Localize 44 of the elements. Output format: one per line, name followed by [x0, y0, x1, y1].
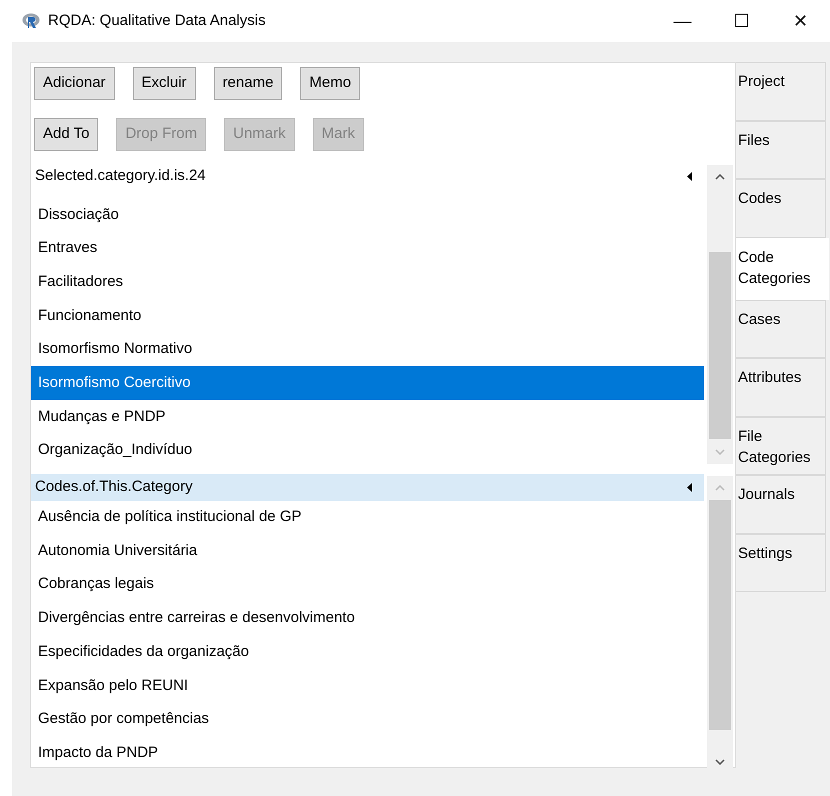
tab[interactable]: Settings — [736, 534, 826, 592]
toolbar-button[interactable]: Memo — [300, 67, 360, 100]
list-item[interactable]: Isormofismo Coercitivo — [31, 366, 704, 400]
tab[interactable]: Code Categories — [736, 238, 829, 300]
tab[interactable]: Journals — [736, 475, 826, 534]
app-logo-icon — [22, 12, 40, 30]
toolbar-button[interactable]: rename — [214, 67, 282, 100]
list-item[interactable]: Organização_Indivíduo — [31, 434, 704, 468]
list-item[interactable]: Funcionamento — [31, 299, 704, 333]
toolbar-button[interactable]: Adicionar — [34, 67, 115, 100]
list-item[interactable]: Expansão pelo REUNI — [31, 668, 704, 703]
list-item[interactable]: Autonomia Universitária — [31, 534, 704, 568]
list-item[interactable]: Ausência de política institucional de GP — [31, 500, 704, 534]
sort-arrow-icon — [687, 482, 692, 492]
list-header[interactable]: Codes.of.This.Category — [31, 474, 704, 500]
scrollbar[interactable] — [707, 165, 733, 464]
list-header-label: Codes.of.This.Category — [35, 476, 193, 497]
list-item[interactable]: Especificidades da organização — [31, 635, 704, 669]
tab[interactable]: Attributes — [736, 358, 826, 416]
minimize-button[interactable]: — — [660, 6, 704, 36]
list-header-label: Selected.category.id.is.24 — [35, 166, 206, 186]
list-item[interactable]: Impacto da PNDP — [31, 736, 704, 770]
list-item[interactable]: Mudanças e PNDP — [31, 400, 704, 434]
window-title: RQDA: Qualitative Data Analysis — [48, 10, 266, 31]
tab[interactable]: Project — [736, 62, 826, 120]
list-item[interactable]: Gestão por competências — [31, 702, 704, 736]
list-item[interactable]: Isomorfismo Normativo — [31, 332, 704, 366]
tab[interactable]: File Categories — [736, 416, 826, 475]
toolbar-button[interactable]: Excluir — [132, 67, 196, 100]
list-item[interactable]: Divergências entre carreiras e desenvolvimento — [31, 602, 704, 636]
list-item[interactable]: Entraves — [31, 232, 704, 266]
tab[interactable]: Files — [736, 120, 826, 179]
sort-arrow-icon — [687, 172, 692, 181]
maximize-button[interactable]: ☐ — [720, 6, 764, 36]
list-header[interactable]: Selected.category.id.is.24 — [31, 163, 704, 190]
list-item[interactable]: Cobranças legais — [31, 568, 704, 602]
tab[interactable]: Codes — [736, 179, 826, 238]
close-button[interactable]: ✕ — [778, 6, 822, 36]
list-item[interactable]: Facilitadores — [31, 265, 704, 300]
scroll-up-icon[interactable] — [715, 174, 725, 180]
list-item[interactable]: Dissociação — [31, 198, 704, 232]
scroll-down-icon[interactable] — [715, 758, 725, 764]
tab[interactable]: Cases — [736, 300, 826, 358]
toolbar-button[interactable]: Add To — [34, 118, 98, 151]
